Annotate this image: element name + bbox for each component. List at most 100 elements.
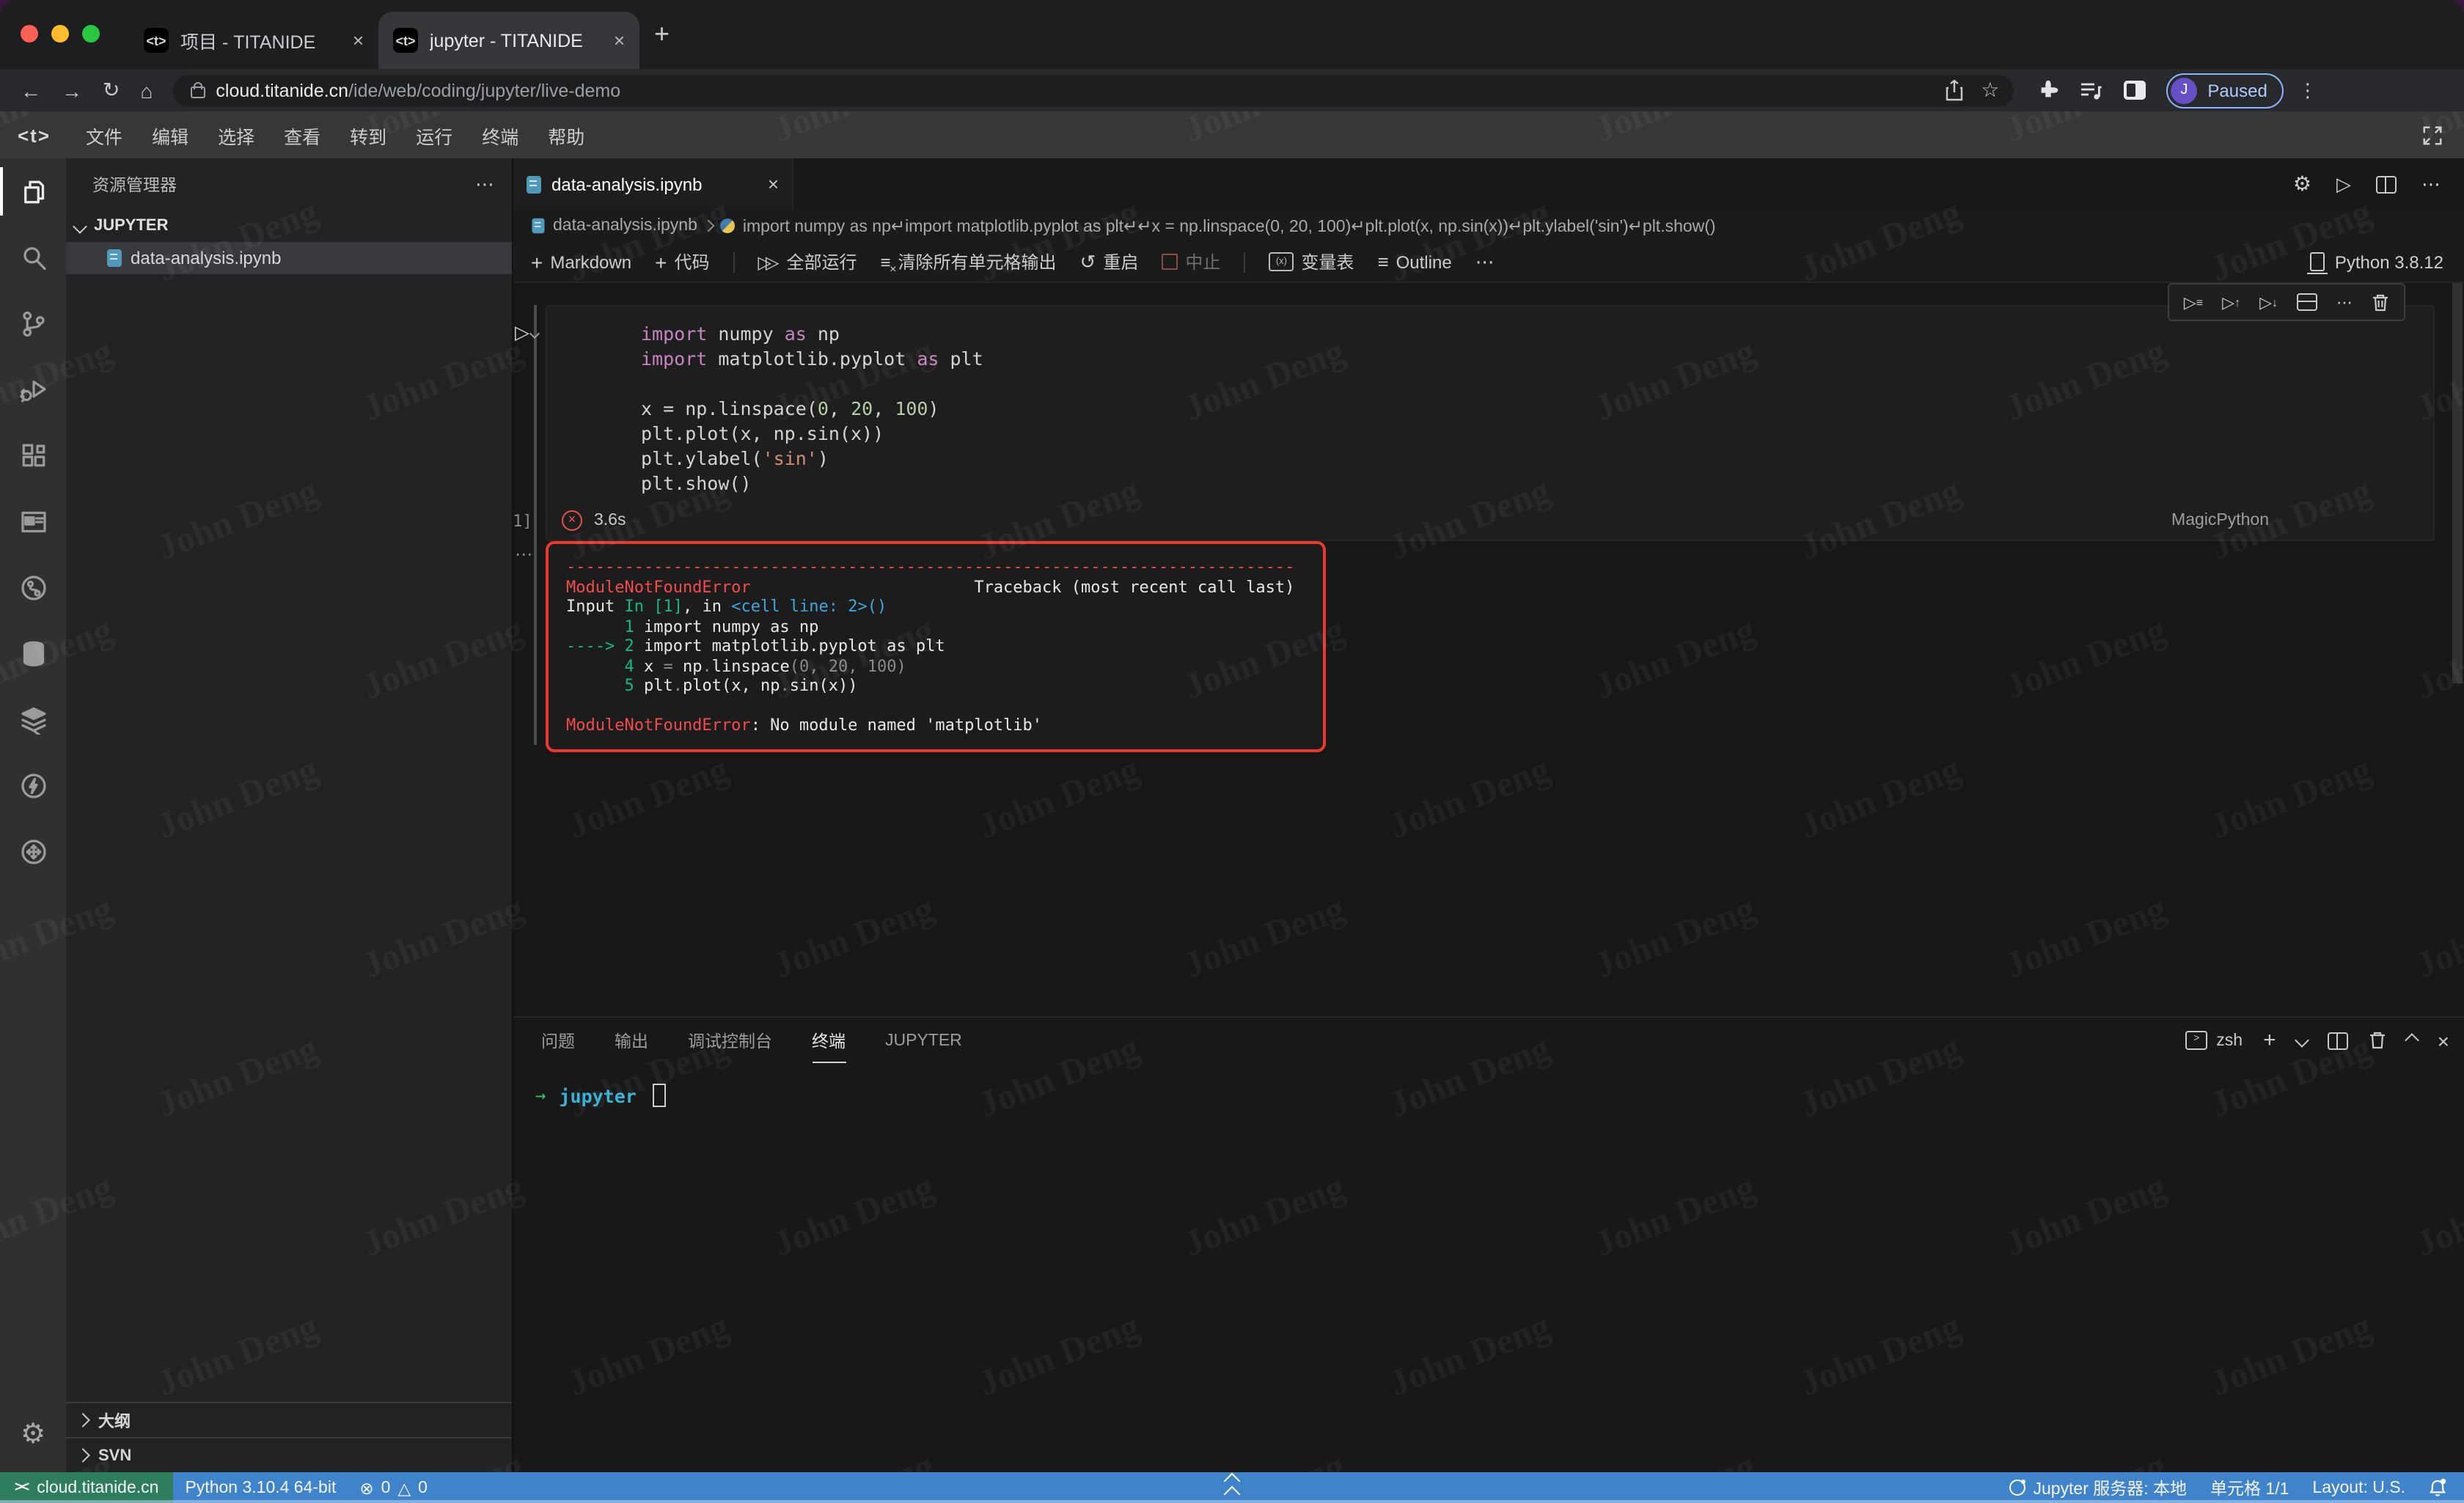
close-tab-icon[interactable]: × (353, 29, 364, 51)
notebook-canvas[interactable]: ▷ ▷≡ ▷↑ ▷↓ ⋯ import numpy as npimport ma… (513, 283, 2464, 1016)
profile-chip[interactable]: J Paused (2166, 73, 2283, 108)
run-debug-icon[interactable] (0, 356, 66, 422)
menu-goto[interactable]: 转到 (335, 121, 401, 149)
close-panel-icon[interactable]: × (2438, 1029, 2449, 1052)
database-icon[interactable] (0, 620, 66, 686)
playlist-music-icon[interactable] (2080, 80, 2103, 100)
sidebar-section-outline[interactable]: 大纲 (66, 1402, 512, 1437)
close-window-button[interactable] (21, 25, 38, 43)
close-editor-icon[interactable]: × (768, 173, 779, 195)
python-interpreter[interactable]: Python 3.10.4 64-bit (173, 1479, 348, 1496)
run-below-icon[interactable]: ▷↓ (2259, 293, 2278, 312)
cell-more-icon[interactable]: ⋯ (2336, 293, 2353, 312)
problems-indicator[interactable]: ⊗ 0 △ 0 (348, 1477, 439, 1498)
window-controls[interactable] (21, 25, 100, 43)
keyboard-layout-indicator[interactable]: Layout: U.S. (2300, 1479, 2417, 1496)
share-icon[interactable] (1944, 79, 1963, 101)
breadcrumb-file[interactable]: data-analysis.ipynb (553, 217, 697, 235)
breadcrumb-code[interactable]: import numpy as np↵import matplotlib.pyp… (743, 216, 1716, 236)
reload-icon[interactable]: ↻ (103, 78, 120, 103)
sidebar-section-svn[interactable]: SVN (66, 1437, 512, 1472)
run-above-icon[interactable]: ▷↑ (2222, 293, 2240, 312)
jupyter-server-indicator[interactable]: Jupyter 服务器: 本地 (1998, 1476, 2199, 1499)
remote-indicator[interactable]: >< cloud.titanide.cn (0, 1472, 173, 1503)
terminal-view[interactable]: → jupyter (513, 1063, 2464, 1107)
cell-language-mode[interactable]: MagicPython (2171, 512, 2269, 529)
cell-position-indicator[interactable]: 单元格 1/1 (2199, 1476, 2300, 1499)
run-by-line-icon[interactable]: ▷≡ (2184, 293, 2203, 312)
terminal-shell-selector[interactable]: > zsh (2185, 1031, 2243, 1050)
notifications-bell-icon[interactable] (2417, 1478, 2464, 1497)
editor-tab-notebook[interactable]: data-analysis.ipynb × (513, 158, 793, 210)
extensions-puzzle-icon[interactable] (2037, 79, 2059, 101)
add-markdown-button[interactable]: +Markdown (531, 250, 631, 273)
split-editor-icon[interactable] (2376, 175, 2397, 193)
address-bar[interactable]: cloud.titanide.cn/ide/web/coding/jupyter… (173, 74, 2014, 106)
menu-run[interactable]: 运行 (401, 121, 467, 149)
breadcrumb[interactable]: data-analysis.ipynb import numpy as np↵i… (513, 210, 2464, 242)
home-icon[interactable]: ⌂ (140, 78, 153, 102)
source-control-icon[interactable] (0, 290, 66, 356)
restore-panel-chevrons[interactable] (1226, 1475, 1238, 1500)
remote-targets-icon[interactable] (0, 818, 66, 884)
notebook-settings-gear-icon[interactable]: ⚙ (2293, 172, 2311, 196)
new-tab-button[interactable]: + (654, 21, 670, 47)
panel-tab-terminal[interactable]: 终端 (812, 1018, 846, 1063)
browser-tab-jupyter[interactable]: <t> jupyter - TITANIDE × (378, 12, 639, 69)
thunder-icon[interactable] (0, 752, 66, 818)
extensions-icon[interactable] (0, 422, 66, 488)
forward-icon[interactable]: → (62, 78, 82, 102)
menu-help[interactable]: 帮助 (533, 121, 599, 149)
explorer-more-icon[interactable]: ⋯ (475, 172, 494, 196)
add-code-button[interactable]: +代码 (655, 249, 709, 274)
menu-terminal[interactable]: 终端 (467, 121, 533, 149)
browser-menu-icon[interactable]: ⋮ (2298, 78, 2317, 102)
bookmark-star-icon[interactable]: ☆ (1981, 78, 1999, 103)
split-cell-icon[interactable] (2297, 293, 2317, 311)
fullscreen-icon[interactable] (2421, 124, 2443, 146)
side-panel-icon[interactable] (2124, 81, 2146, 100)
split-terminal-icon[interactable] (2328, 1032, 2348, 1049)
menu-selection[interactable]: 选择 (203, 121, 269, 149)
clear-outputs-button[interactable]: ≡清除所有单元格输出 (880, 249, 1056, 274)
editor-scrollbar[interactable] (2452, 283, 2463, 683)
run-all-button[interactable]: ▷▷全部运行 (758, 249, 857, 274)
terminal-dropdown-icon[interactable] (2295, 1033, 2309, 1048)
close-tab-icon[interactable]: × (614, 29, 625, 51)
maximize-window-button[interactable] (82, 25, 100, 43)
delete-cell-icon[interactable] (2372, 293, 2389, 312)
restart-button[interactable]: ↺重启 (1080, 249, 1139, 274)
layers-stack-icon[interactable] (0, 686, 66, 752)
interrupt-button[interactable]: 中止 (1162, 249, 1220, 274)
file-item-notebook[interactable]: data-analysis.ipynb (66, 242, 512, 274)
minimize-window-button[interactable] (51, 25, 69, 43)
explorer-icon[interactable] (0, 158, 66, 224)
toolbar-more-icon[interactable]: ⋯ (1475, 250, 1495, 273)
kernel-picker[interactable]: Python 3.8.12 (2310, 251, 2464, 272)
gitlens-icon[interactable] (0, 554, 66, 620)
maximize-panel-icon[interactable] (2405, 1033, 2419, 1048)
panel-tab-jupyter[interactable]: JUPYTER (885, 1021, 962, 1060)
run-cell-button[interactable]: ▷ (515, 321, 538, 345)
search-icon[interactable] (0, 224, 66, 290)
panel-tab-debug-console[interactable]: 调试控制台 (688, 1018, 772, 1063)
output-more-icon[interactable]: ⋯ (515, 544, 532, 565)
panel-tab-problems[interactable]: 问题 (541, 1018, 575, 1063)
code-cell[interactable]: import numpy as npimport matplotlib.pypl… (546, 305, 2435, 541)
menu-edit[interactable]: 编辑 (137, 121, 203, 149)
menu-view[interactable]: 查看 (269, 121, 335, 149)
code-editor[interactable]: import numpy as npimport matplotlib.pypl… (547, 306, 2433, 501)
menu-file[interactable]: 文件 (71, 121, 137, 149)
run-all-top-icon[interactable]: ▷ (2336, 172, 2351, 196)
workspace-section-jupyter[interactable]: JUPYTER (66, 210, 512, 242)
new-terminal-icon[interactable]: + (2263, 1028, 2276, 1053)
panel-tab-output[interactable]: 输出 (615, 1018, 648, 1063)
back-icon[interactable]: ← (21, 78, 41, 102)
editor-more-icon[interactable]: ⋯ (2421, 172, 2441, 196)
manage-gear-icon[interactable]: ⚙ (0, 1408, 66, 1460)
outline-button[interactable]: ≡Outline (1377, 251, 1451, 273)
browser-tab-project[interactable]: <t> 项目 - TITANIDE × (129, 12, 378, 69)
variables-button[interactable]: (x)变量表 (1269, 249, 1354, 274)
live-preview-icon[interactable] (0, 488, 66, 554)
kill-terminal-icon[interactable] (2369, 1031, 2386, 1050)
